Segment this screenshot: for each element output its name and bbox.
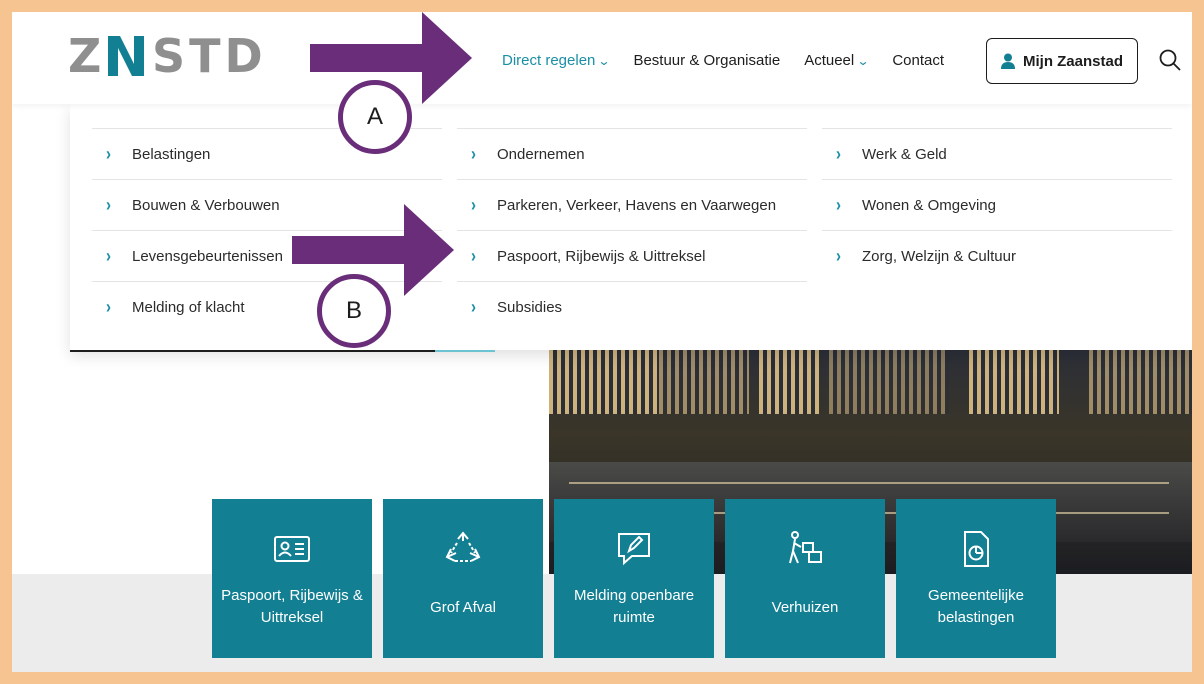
chevron-down-icon: ⌄ xyxy=(597,53,611,68)
menu-item-label: Melding of klacht xyxy=(132,298,245,316)
menu-item-label: Belastingen xyxy=(132,145,211,163)
znstd-logo[interactable]: Z STD xyxy=(68,30,268,82)
id-card-icon xyxy=(274,536,310,562)
chevron-down-icon: ⌄ xyxy=(856,53,870,68)
menu-item[interactable]: › Zorg, Welzijn & Cultuur xyxy=(822,230,1172,281)
recycle-icon xyxy=(445,531,481,562)
menu-item[interactable]: › Ondernemen xyxy=(457,128,807,179)
user-icon xyxy=(1000,53,1015,69)
tile-label: Gemeentelijke belastingen xyxy=(928,587,1024,626)
menu-item-label: Bouwen & Verbouwen xyxy=(132,196,280,214)
main-nav: Direct regelen ⌄ Bestuur & Organisatie A… xyxy=(502,52,968,69)
menu-item[interactable]: › Paspoort, Rijbewijs & Uittreksel xyxy=(457,230,807,281)
chevron-right-icon: › xyxy=(836,194,841,216)
svg-text:STD: STD xyxy=(152,30,267,82)
tile-grof-afval[interactable]: Grof Afval xyxy=(383,499,543,658)
chevron-right-icon: › xyxy=(106,245,111,267)
tile-label: Grof Afval xyxy=(430,599,496,616)
tile-label: Paspoort, Rijbewijs & Uittreksel xyxy=(221,587,363,626)
nav-label: Bestuur & Organisatie xyxy=(633,52,781,69)
chevron-right-icon: › xyxy=(836,245,841,267)
nav-label: Direct regelen xyxy=(502,52,596,69)
menu-column-3: › Werk & Geld › Wonen & Omgeving › Zorg, We… xyxy=(822,128,1172,281)
tile-verhuizen[interactable]: Verhuizen xyxy=(725,499,885,658)
nav-label: Contact xyxy=(892,52,945,69)
chevron-right-icon: › xyxy=(471,194,476,216)
menu-item-label: Wonen & Omgeving xyxy=(862,196,996,214)
nav-direct-regelen[interactable]: Direct regelen ⌄ xyxy=(502,52,611,69)
site-header: Z STD Direct regelen ⌄ Bestuur & Organis… xyxy=(12,12,1192,104)
nav-actueel[interactable]: Actueel ⌄ xyxy=(804,52,870,69)
menu-underline xyxy=(70,350,435,352)
tile-gemeentelijke-belastingen[interactable]: Gemeentelijke belastingen xyxy=(896,499,1056,658)
chevron-right-icon: › xyxy=(471,245,476,267)
menu-item[interactable]: › Parkeren, Verkeer, Havens en Vaarwegen xyxy=(457,179,807,230)
nav-bestuur-organisatie[interactable]: Bestuur & Organisatie xyxy=(633,52,780,69)
menu-item-label: Werk & Geld xyxy=(862,145,947,163)
tax-document-icon xyxy=(964,531,989,567)
annotation-badge-b: B xyxy=(317,274,391,348)
speech-pencil-icon xyxy=(618,533,650,566)
tile-label: Melding openbare ruimte xyxy=(573,587,695,626)
chevron-right-icon: › xyxy=(471,296,476,318)
menu-item-label: Levensgebeurtenissen xyxy=(132,247,283,265)
search-icon[interactable] xyxy=(1158,48,1182,72)
mijn-zaanstad-button[interactable]: Mijn Zaanstad xyxy=(986,38,1138,84)
tile-label: Verhuizen xyxy=(771,599,839,616)
nav-label: Actueel xyxy=(804,52,855,69)
menu-item-label: Ondernemen xyxy=(497,145,585,163)
moving-person-icon xyxy=(789,531,822,564)
menu-item-label: Parkeren, Verkeer, Havens en Vaarwegen xyxy=(497,196,777,214)
chevron-right-icon: › xyxy=(471,143,476,165)
chevron-right-icon: › xyxy=(106,143,111,165)
chevron-right-icon: › xyxy=(106,194,111,216)
chevron-right-icon: › xyxy=(106,296,111,318)
menu-item[interactable]: › Werk & Geld xyxy=(822,128,1172,179)
nav-contact[interactable]: Contact xyxy=(892,52,944,69)
direct-regelen-dropdown: › Belastingen › Bouwen & Verbouwen › Levens… xyxy=(70,104,1192,350)
chevron-right-icon: › xyxy=(836,143,841,165)
tile-melding-openbare-ruimte[interactable]: Melding openbare ruimte xyxy=(554,499,714,658)
svg-text:Z: Z xyxy=(68,30,105,82)
menu-item[interactable]: › Subsidies xyxy=(457,281,807,332)
quick-tiles: Paspoort, Rijbewijs & Uittreksel Grof Af… xyxy=(212,499,1056,658)
menu-underline-accent xyxy=(435,350,495,352)
menu-item-label: Paspoort, Rijbewijs & Uittreksel xyxy=(497,247,706,265)
page-frame: Z STD Direct regelen ⌄ Bestuur & Organis… xyxy=(12,12,1192,672)
tile-paspoort[interactable]: Paspoort, Rijbewijs & Uittreksel xyxy=(212,499,372,658)
menu-column-2: › Ondernemen › Parkeren, Verkeer, Havens e… xyxy=(457,128,807,332)
menu-item[interactable]: › Wonen & Omgeving xyxy=(822,179,1172,230)
menu-item-label: Subsidies xyxy=(497,298,563,316)
annotation-badge-a: A xyxy=(338,80,412,154)
login-label: Mijn Zaanstad xyxy=(1022,52,1123,70)
menu-item-label: Zorg, Welzijn & Cultuur xyxy=(862,247,1016,265)
